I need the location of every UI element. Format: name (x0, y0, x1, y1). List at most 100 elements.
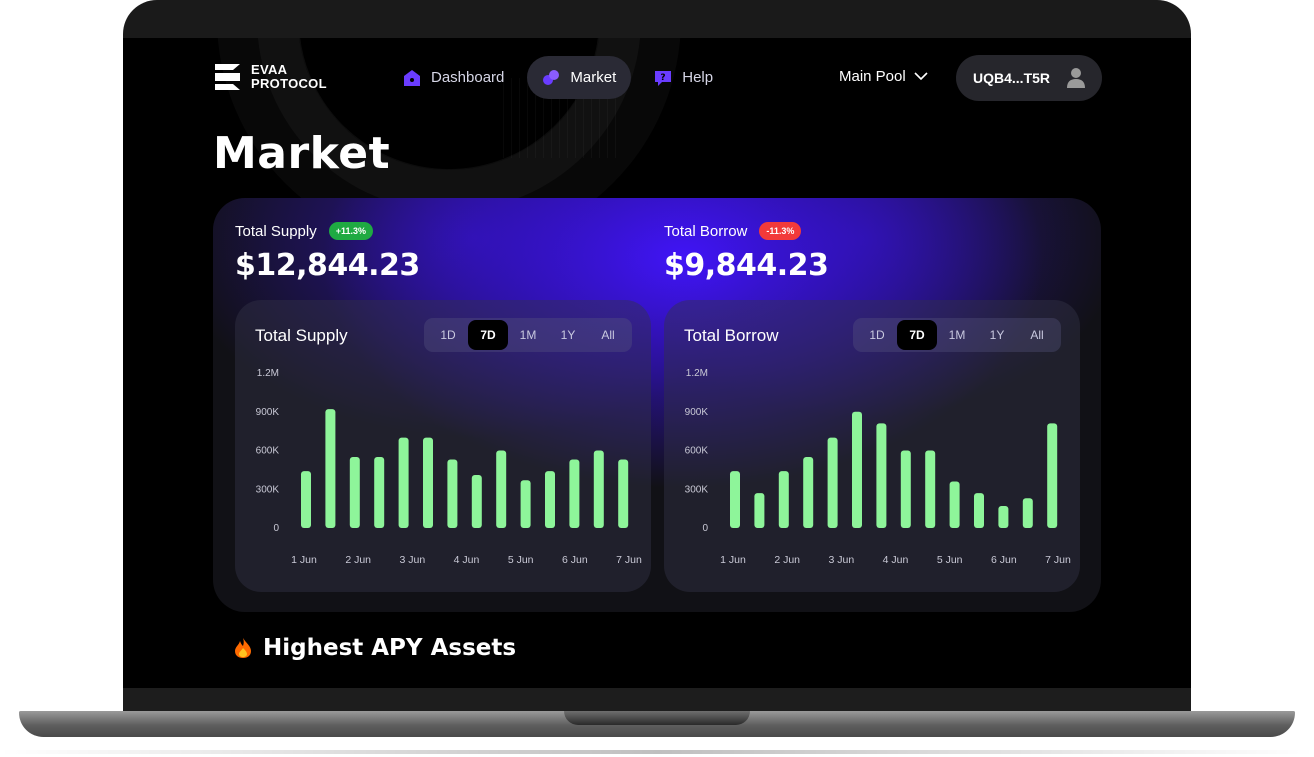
highest-apy-title: Highest APY Assets (263, 635, 517, 661)
borrow-range-1m[interactable]: 1M (937, 320, 977, 350)
supply-bar[interactable] (325, 409, 336, 528)
supply-range-1y[interactable]: 1Y (548, 320, 588, 350)
supply-x-tick-label: 6 Jun (562, 554, 588, 566)
borrow-bar[interactable] (1047, 423, 1058, 528)
borrow-bar[interactable] (827, 437, 838, 528)
borrow-x-tick-label: 1 Jun (720, 554, 746, 566)
pool-selector-label: Main Pool (839, 68, 906, 85)
supply-bar[interactable] (423, 437, 433, 528)
borrow-chart-card: Total Borrow 1D 7D 1M 1Y All 0 300K 600K 90… (664, 300, 1080, 592)
supply-bar[interactable] (569, 459, 580, 528)
supply-bar[interactable] (471, 475, 482, 528)
supply-y-tick-label: 1.2M (257, 368, 279, 379)
supply-change-badge: +11.3% (328, 222, 373, 240)
supply-bar[interactable] (545, 471, 555, 528)
market-icon (543, 69, 560, 85)
fire-icon (235, 638, 251, 658)
supply-bar[interactable] (618, 459, 629, 528)
borrow-bar[interactable] (852, 411, 862, 528)
borrow-y-tick-label: 300K (685, 484, 709, 495)
borrow-bar[interactable] (730, 471, 740, 528)
supply-bar[interactable] (374, 456, 385, 528)
total-supply-value: $12,844.23 (235, 248, 420, 283)
brand-name: EVAA PROTOCOL (251, 63, 327, 91)
borrow-bar[interactable] (949, 481, 960, 529)
market-overview-panel: Total Supply +11.3% $12,844.23 Total Bor… (213, 198, 1101, 612)
borrow-bar[interactable] (803, 456, 814, 528)
borrow-range-1y[interactable]: 1Y (977, 320, 1017, 350)
total-borrow-value: $9,844.23 (664, 248, 829, 283)
supply-bar[interactable] (301, 471, 311, 528)
borrow-x-tick-label: 2 Jun (774, 554, 800, 566)
supply-x-tick-label: 5 Jun (508, 554, 534, 566)
supply-bar[interactable] (349, 456, 360, 528)
borrow-x-tick-label: 5 Jun (937, 554, 963, 566)
borrow-bar[interactable] (754, 493, 765, 528)
supply-range-7d[interactable]: 7D (468, 320, 508, 350)
borrow-x-tick-label: 7 Jun (1045, 554, 1071, 566)
nav-market[interactable]: Market (527, 56, 632, 99)
total-borrow-stat: Total Borrow -11.3% $9,844.23 (664, 222, 829, 283)
wallet-button[interactable]: UQB4...T5R (956, 55, 1102, 101)
borrow-bar[interactable] (876, 423, 887, 528)
supply-y-tick-label: 600K (256, 446, 280, 457)
supply-y-tick-label: 0 (273, 523, 279, 534)
nav-dashboard-label: Dashboard (431, 69, 505, 86)
supply-range-1d[interactable]: 1D (428, 320, 468, 350)
total-supply-label: Total Supply (235, 222, 317, 240)
total-supply-stat: Total Supply +11.3% $12,844.23 (235, 222, 420, 283)
borrow-bar[interactable] (778, 471, 789, 528)
borrow-bar[interactable] (900, 450, 911, 529)
borrow-change-badge: -11.3% (759, 222, 802, 240)
laptop-notch (564, 711, 750, 725)
nav-help[interactable]: ? Help (639, 56, 728, 99)
page-title: Market (213, 128, 391, 179)
borrow-bar[interactable] (1022, 498, 1033, 528)
nav-help-label: Help (682, 69, 714, 86)
supply-chart-title: Total Supply (255, 326, 348, 345)
borrow-range-all[interactable]: All (1017, 320, 1057, 350)
borrow-range-selector: 1D 7D 1M 1Y All (853, 318, 1061, 352)
borrow-bar[interactable] (998, 506, 1009, 528)
borrow-bar[interactable] (925, 450, 936, 529)
supply-range-selector: 1D 7D 1M 1Y All (424, 318, 632, 352)
supply-bar[interactable] (520, 480, 531, 528)
supply-range-1m[interactable]: 1M (508, 320, 548, 350)
borrow-x-tick-label: 3 Jun (828, 554, 854, 566)
brand-logo[interactable]: EVAA PROTOCOL (213, 62, 327, 92)
supply-y-tick-label: 300K (256, 484, 280, 495)
highest-apy-heading: Highest APY Assets (233, 635, 516, 661)
supply-range-all[interactable]: All (588, 320, 628, 350)
borrow-range-1d[interactable]: 1D (857, 320, 897, 350)
supply-x-tick-label: 3 Jun (399, 554, 425, 566)
total-borrow-label: Total Borrow (664, 222, 748, 240)
help-icon: ? (655, 70, 672, 86)
nav-market-label: Market (570, 69, 617, 86)
nav-dashboard[interactable]: Dashboard (388, 56, 519, 99)
supply-bar[interactable] (447, 459, 458, 528)
user-avatar-icon (1067, 68, 1085, 88)
borrow-bar[interactable] (974, 493, 984, 528)
borrow-y-tick-label: 900K (685, 407, 709, 418)
borrow-range-7d[interactable]: 7D (897, 320, 937, 350)
supply-x-tick-label: 2 Jun (345, 554, 371, 566)
chevron-down-icon (914, 72, 928, 81)
supply-bar[interactable] (398, 437, 409, 528)
wallet-address: UQB4...T5R (973, 70, 1051, 86)
supply-x-tick-label: 1 Jun (291, 554, 317, 566)
borrow-chart-title: Total Borrow (684, 326, 779, 345)
supply-chart-card: Total Supply 1D 7D 1M 1Y All 0 300K 600K 90… (235, 300, 651, 592)
laptop-shadow (0, 750, 1314, 754)
supply-y-tick-label: 900K (256, 407, 280, 418)
borrow-y-tick-label: 0 (702, 523, 708, 534)
supply-bar-chart: 0 300K 600K 900K 1.2M 1 Jun 2 Jun 3 Jun 4 Jun 5 J… (256, 368, 642, 566)
borrow-x-tick-label: 6 Jun (991, 554, 1017, 566)
app-screen: EVAA PROTOCOL Dashboard Market ? Help Ma… (123, 38, 1191, 712)
pool-selector[interactable]: Main Pool (839, 68, 928, 85)
supply-bar[interactable] (496, 450, 507, 529)
supply-bar[interactable] (593, 450, 604, 529)
evaa-logo-icon (215, 64, 240, 90)
borrow-y-tick-label: 1.2M (686, 368, 708, 379)
supply-x-tick-label: 7 Jun (616, 554, 642, 566)
supply-x-tick-label: 4 Jun (454, 554, 480, 566)
